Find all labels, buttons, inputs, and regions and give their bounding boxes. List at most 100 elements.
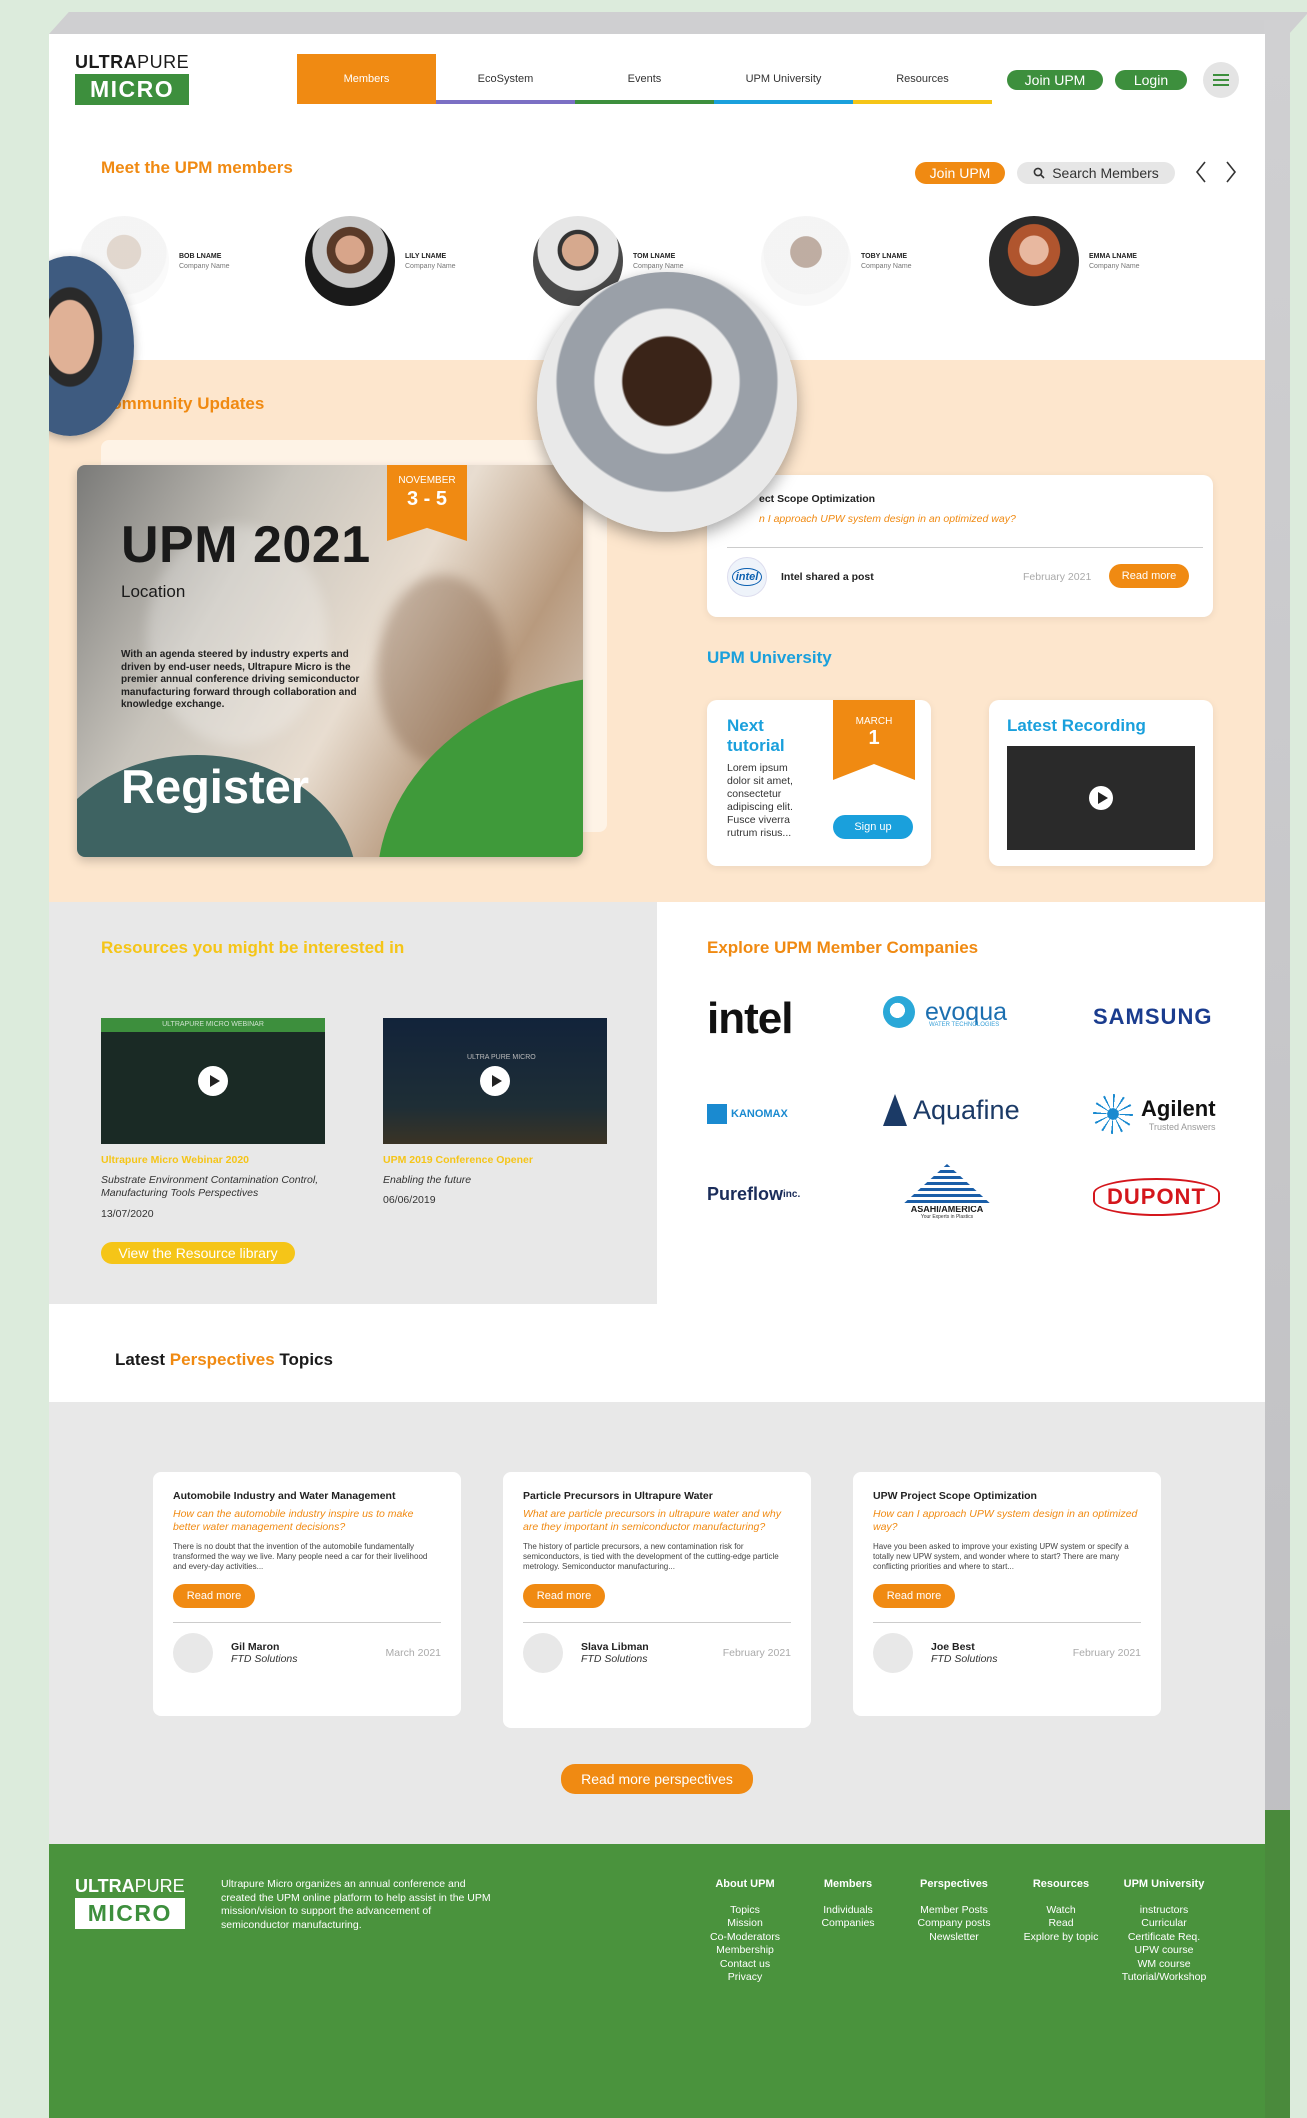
perspective-question: How can I approach UPW system design in … — [873, 1508, 1138, 1533]
brand-top-light: PURE — [134, 1876, 185, 1896]
company-logo-dupont[interactable]: DUPONT — [1093, 1178, 1220, 1216]
footer-link[interactable]: Watch — [1013, 1904, 1109, 1918]
resource-thumb[interactable]: ULTRAPURE MICRO WEBINAR — [101, 1018, 325, 1144]
perspective-date: February 2021 — [1072, 1647, 1141, 1659]
footer-logo[interactable]: ULTRAPURE MICRO — [75, 1876, 185, 1929]
footer-link[interactable]: Contact us — [689, 1958, 801, 1972]
perspective-card[interactable]: Automobile Industry and Water Management… — [153, 1472, 461, 1716]
author-avatar — [873, 1633, 913, 1673]
resource-title[interactable]: UPM 2019 Conference Opener — [383, 1154, 533, 1166]
nav-underline — [853, 100, 992, 104]
chevron-right-icon[interactable] — [1225, 160, 1237, 184]
members-join-button[interactable]: Join UPM — [915, 162, 1005, 184]
footer-col-heading[interactable]: About UPM — [689, 1878, 801, 1892]
spotlight-avatar-center[interactable] — [537, 272, 797, 532]
footer-link[interactable]: UPW course — [1109, 1944, 1219, 1958]
play-icon[interactable] — [480, 1066, 510, 1096]
footer-link[interactable]: Individuals — [801, 1904, 895, 1918]
perspective-read-more-button[interactable]: Read more — [873, 1584, 955, 1608]
company-logo-agilent[interactable]: Agilent Trusted Answers — [1093, 1094, 1216, 1134]
footer-col-heading[interactable]: UPM University — [1109, 1878, 1219, 1892]
nav-upm-university[interactable]: UPM University — [714, 54, 853, 104]
perspectives-title-a: Latest — [115, 1350, 170, 1369]
company-logo-asahi-america[interactable]: ASAHI/AMERICA Your Experts in Plastics — [901, 1164, 993, 1220]
perspective-card[interactable]: Particle Precursors in Ultrapure Water W… — [503, 1472, 811, 1728]
footer-link[interactable]: Curricular — [1109, 1917, 1219, 1931]
perspective-title: Automobile Industry and Water Management — [173, 1490, 396, 1502]
post-author: Intel shared a post — [781, 571, 874, 583]
footer-link[interactable]: Company posts — [895, 1917, 1013, 1931]
perspectives-title-c: Topics — [274, 1350, 333, 1369]
latest-recording-card[interactable]: Latest Recording — [989, 700, 1213, 866]
footer-link[interactable]: instructors — [1109, 1904, 1219, 1918]
play-icon[interactable] — [1089, 786, 1113, 810]
brand-logo[interactable]: ULTRAPURE MICRO — [75, 52, 190, 105]
footer-col-heading[interactable]: Perspectives — [895, 1878, 1013, 1892]
footer-link[interactable]: Companies — [801, 1917, 895, 1931]
company-logo-samsung[interactable]: SAMSUNG — [1093, 1004, 1212, 1030]
footer-link[interactable]: WM course — [1109, 1958, 1219, 1972]
company-logo-aquafine[interactable]: Aquafine — [883, 1094, 1020, 1126]
company-logo-kanomax[interactable]: KANOMAX — [707, 1104, 788, 1124]
resource-thumb[interactable]: ULTRA PURE MICRO — [383, 1018, 607, 1144]
footer-col-heading[interactable]: Members — [801, 1878, 895, 1892]
resource-title[interactable]: Ultrapure Micro Webinar 2020 — [101, 1154, 249, 1166]
perspective-read-more-button[interactable]: Read more — [173, 1584, 255, 1608]
perspective-read-more-button[interactable]: Read more — [523, 1584, 605, 1608]
footer-col-heading[interactable]: Resources — [1013, 1878, 1109, 1892]
perspective-card[interactable]: UPW Project Scope Optimization How can I… — [853, 1472, 1161, 1716]
post-read-more-button[interactable]: Read more — [1109, 564, 1189, 588]
footer-link[interactable]: Co-Moderators — [689, 1931, 801, 1945]
nav-resources[interactable]: Resources — [853, 54, 992, 104]
nav-members[interactable]: Members — [297, 54, 436, 104]
member-name: LILY LNAME — [405, 252, 447, 260]
author-company: FTD Solutions — [931, 1653, 998, 1665]
company-logo-evoqua[interactable]: evoqua WATER TECHNOLOGIES — [883, 996, 1007, 1028]
play-icon[interactable] — [198, 1066, 228, 1096]
member-card[interactable]: TOBY LNAME Company Name — [761, 216, 912, 306]
nav-label: Events — [627, 73, 662, 85]
company-logo-tagline: Trusted Answers — [1148, 1122, 1216, 1132]
footer-link[interactable]: Privacy — [689, 1971, 801, 1985]
company-logo-pureflow[interactable]: Pureflow inc. — [707, 1184, 800, 1205]
read-more-perspectives-button[interactable]: Read more perspectives — [561, 1764, 753, 1794]
resource-date: 06/06/2019 — [383, 1194, 436, 1206]
main-nav: Members EcoSystem Events UPM University … — [297, 54, 992, 104]
event-month: NOVEMBER — [398, 475, 456, 486]
login-button[interactable]: Login — [1115, 70, 1187, 90]
footer-link[interactable]: Certificate Req. — [1109, 1931, 1219, 1945]
intel-logo-small: intel — [731, 568, 763, 586]
event-card[interactable]: NOVEMBER 3 - 5 UPM 2021 Location With an… — [77, 465, 583, 857]
member-card[interactable]: EMMA LNAME Company Name — [989, 216, 1140, 306]
footer-link[interactable]: Topics — [689, 1904, 801, 1918]
footer-link[interactable]: Mission — [689, 1917, 801, 1931]
company-logo-intel[interactable]: intel — [707, 994, 793, 1044]
post-card[interactable]: ect Scope Optimization n I approach UPW … — [707, 475, 1213, 617]
register-button[interactable]: Register — [121, 759, 309, 814]
footer-link[interactable]: Tutorial/Workshop — [1109, 1971, 1219, 1985]
chevron-left-icon[interactable] — [1195, 160, 1207, 184]
footer-link[interactable]: Membership — [689, 1944, 801, 1958]
perspective-desc: The history of particle precursors, a ne… — [523, 1542, 779, 1571]
hamburger-menu-button[interactable] — [1203, 62, 1239, 98]
footer-link[interactable]: Explore by topic — [1013, 1931, 1109, 1945]
search-members-button[interactable]: Search Members — [1017, 162, 1175, 184]
perspective-author: Gil Maron FTD Solutions March 2021 — [173, 1633, 441, 1673]
join-upm-button[interactable]: Join UPM — [1007, 70, 1103, 90]
footer-link[interactable]: Read — [1013, 1917, 1109, 1931]
company-logo-text: DUPONT — [1107, 1184, 1206, 1209]
member-company: Company Name — [405, 262, 456, 270]
author-name: Joe Best — [931, 1641, 975, 1653]
next-tutorial-card[interactable]: Next tutorial Lorem ipsum dolor sit amet… — [707, 700, 931, 866]
member-card[interactable]: LILY LNAME Company Name — [305, 216, 456, 306]
members-title: Meet the UPM members — [101, 158, 293, 177]
tutorial-sign-up-button[interactable]: Sign up — [833, 815, 913, 839]
footer-link[interactable]: Member Posts — [895, 1904, 1013, 1918]
footer-link[interactable]: Newsletter — [895, 1931, 1013, 1945]
brand-top-bold: ULTRA — [75, 52, 138, 72]
recording-video[interactable] — [1007, 746, 1195, 850]
nav-ecosystem[interactable]: EcoSystem — [436, 54, 575, 104]
view-resource-library-button[interactable]: View the Resource library — [101, 1242, 295, 1264]
nav-events[interactable]: Events — [575, 54, 714, 104]
company-logo-text: Pureflow — [707, 1184, 784, 1204]
